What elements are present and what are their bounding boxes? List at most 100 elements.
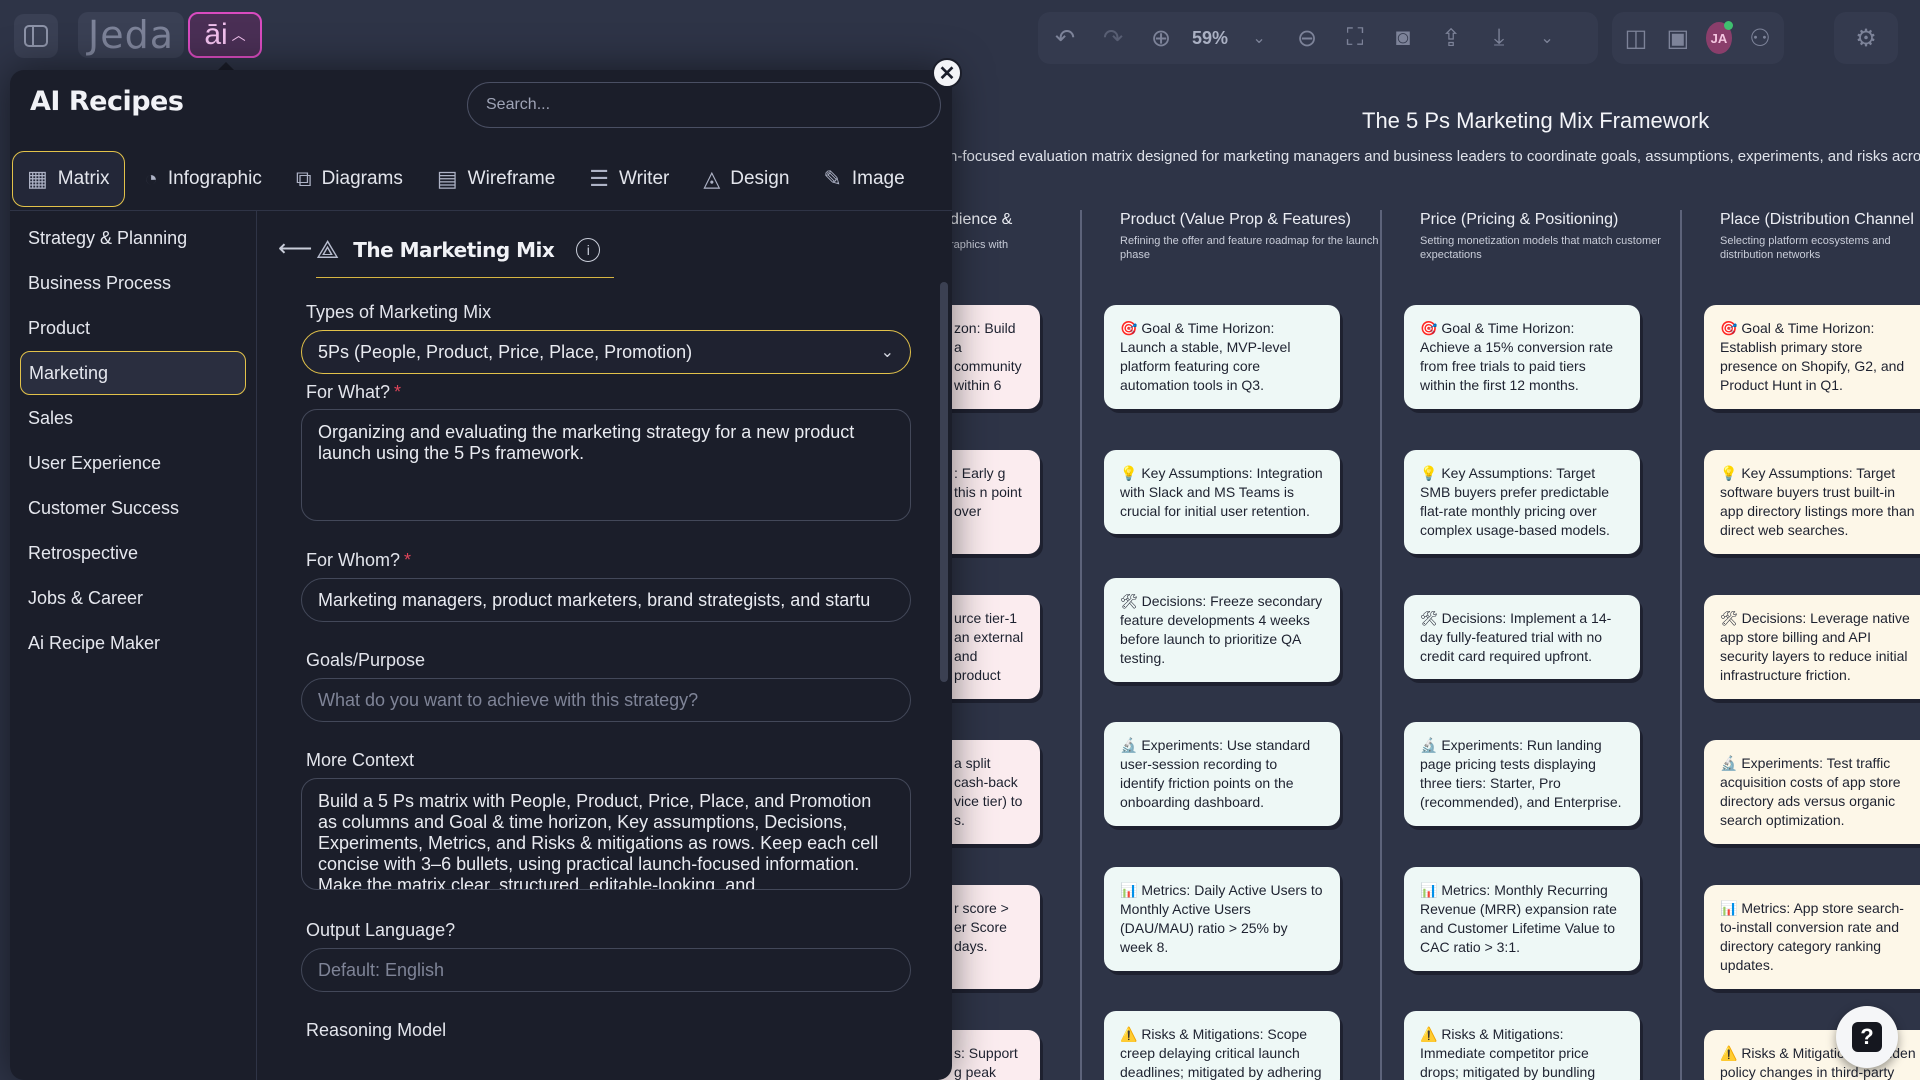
redo-icon[interactable]: ↷: [1096, 24, 1130, 53]
tab-label: Matrix: [57, 168, 110, 189]
tab-label: Design: [730, 168, 790, 189]
collab-tools-group: ◫ ▣ JA ⚇: [1612, 12, 1784, 64]
add-user-icon[interactable]: ⚇: [1746, 24, 1774, 53]
category-item-business-process[interactable]: Business Process: [20, 261, 246, 305]
camera-icon[interactable]: ◙: [1386, 24, 1420, 52]
tab-design[interactable]: ◬ Design: [689, 151, 803, 207]
chevron-down-icon[interactable]: ⌄: [1530, 28, 1564, 48]
category-item-jobs-career[interactable]: Jobs & Career: [20, 576, 246, 620]
close-button[interactable]: ✕: [932, 58, 962, 88]
help-icon: ?: [1852, 1022, 1882, 1052]
category-item-customer-success[interactable]: Customer Success: [20, 486, 246, 530]
wireframe-icon: ▤: [436, 166, 458, 191]
fit-screen-icon[interactable]: ⛶: [1338, 24, 1372, 52]
matrix-card[interactable]: 🎯 Goal & Time Horizon: Launch a stable, …: [1104, 305, 1340, 409]
matrix-card[interactable]: 🎯 Goal & Time Horizon: Establish primary…: [1704, 305, 1920, 409]
help-button[interactable]: ?: [1836, 1006, 1898, 1068]
column-title: Product (Value Prop & Features): [1120, 211, 1351, 228]
category-item-sales[interactable]: Sales: [20, 396, 246, 440]
top-toolbar: Jeda āi ︿ ↶ ↷ ⊕ 59% ⌄ ⊖ ⛶ ◙ ⇪ ⤓ ⌄ ◫ ▣ JA …: [0, 0, 1920, 70]
settings-group: ⚙: [1834, 12, 1898, 64]
matrix-card[interactable]: 💡 Key Assumptions: Integration with Slac…: [1104, 450, 1340, 534]
tab-label: Writer: [619, 168, 670, 189]
tab-diagrams[interactable]: ⧉ Diagrams: [282, 151, 417, 207]
upload-icon[interactable]: ⇪: [1434, 24, 1468, 53]
ai-recipes-panel: AI Recipes ✕ ▦ Matrix ◔ Infographic ⧉ Diagr…: [10, 58, 962, 1080]
view-tools-group: ↶ ↷ ⊕ 59% ⌄ ⊖ ⛶ ◙ ⇪ ⤓ ⌄: [1038, 12, 1598, 64]
column-subtitle: Selecting platform ecosystems and distri…: [1720, 235, 1891, 261]
column-divider: [1380, 210, 1382, 1080]
online-status-dot: [1724, 21, 1734, 30]
goals-input[interactable]: What do you want to achieve with this st…: [301, 678, 911, 722]
category-item-retrospective[interactable]: Retrospective: [20, 531, 246, 575]
sidebar-toggle-icon[interactable]: [14, 14, 58, 58]
category-item-recipe-maker[interactable]: Ai Recipe Maker: [20, 621, 246, 665]
category-item-strategy[interactable]: Strategy & Planning: [20, 216, 246, 260]
undo-icon[interactable]: ↶: [1048, 24, 1082, 53]
category-item-marketing[interactable]: Marketing: [20, 351, 246, 395]
select-value: 5Ps (People, Product, Price, Place, Prom…: [318, 341, 693, 362]
shapes-icon: ⟁: [316, 233, 340, 264]
chevron-down-icon[interactable]: ⌄: [1242, 28, 1276, 48]
back-arrow-icon[interactable]: ⟵: [278, 234, 312, 263]
writer-icon: ☰: [589, 166, 610, 191]
for-whom-input[interactable]: Marketing managers, product marketers, b…: [301, 578, 911, 622]
search-input[interactable]: [467, 82, 941, 128]
matrix-card[interactable]: 💡 Key Assumptions: Target SMB buyers pre…: [1404, 450, 1640, 554]
tab-wireframe[interactable]: ▤ Wireframe: [423, 151, 569, 207]
scrollbar[interactable]: [940, 282, 948, 682]
recipe-header: ⟁ The Marketing Mix i: [316, 222, 615, 278]
column-divider: [1080, 210, 1082, 1080]
zoom-level[interactable]: 59%: [1192, 28, 1228, 49]
matrix-card[interactable]: ⚠️ Risks & Mitigations: Immediate compet…: [1404, 1011, 1640, 1080]
matrix-card[interactable]: 💡 Key Assumptions: Target software buyer…: [1704, 450, 1920, 554]
tab-matrix[interactable]: ▦ Matrix: [12, 151, 125, 207]
column-subtitle: Refining the offer and feature roadmap f…: [1120, 235, 1379, 261]
field-label: Output Language?: [306, 920, 456, 940]
matrix-card[interactable]: 🛠 Decisions: Freeze secondary feature de…: [1104, 578, 1340, 682]
panel-title: AI Recipes: [30, 86, 184, 117]
matrix-card[interactable]: 🎯 Goal & Time Horizon: Achieve a 15% con…: [1404, 305, 1640, 409]
download-icon[interactable]: ⤓: [1482, 24, 1516, 52]
tab-label: Infographic: [167, 168, 262, 189]
required-mark: *: [404, 550, 412, 570]
category-item-product[interactable]: Product: [20, 306, 246, 350]
matrix-card[interactable]: 🔬 Experiments: Use standard user-session…: [1104, 722, 1340, 826]
matrix-card[interactable]: 🔬 Experiments: Run landing page pricing …: [1404, 722, 1640, 826]
column-divider: [1680, 210, 1682, 1080]
category-list: Strategy & Planning Business Process Pro…: [20, 216, 246, 666]
column-subtitle: raphics with: [950, 239, 1009, 251]
matrix-card[interactable]: 🛠 Decisions: Implement a 14-day fully-fe…: [1404, 595, 1640, 679]
output-language-input[interactable]: Default: English: [301, 948, 911, 992]
layout-icon[interactable]: ◫: [1622, 24, 1650, 53]
zoom-out-icon[interactable]: ⊖: [1290, 24, 1324, 53]
matrix-card[interactable]: 🛠 Decisions: Leverage native app store b…: [1704, 595, 1920, 699]
column-header-price: Price (Pricing & Positioning) Setting mo…: [1420, 210, 1690, 262]
marketing-mix-type-select[interactable]: 5Ps (People, Product, Price, Place, Prom…: [301, 330, 911, 374]
for-what-textarea[interactable]: Organizing and evaluating the marketing …: [301, 409, 911, 521]
avatar-initials: JA: [1710, 30, 1728, 46]
recipe-type-tabs: ▦ Matrix ◔ Infographic ⧉ Diagrams ▤ Wirefram…: [10, 150, 952, 208]
column-title: dience &: [950, 211, 1013, 228]
matrix-card[interactable]: 📊 Metrics: Daily Active Users to Monthly…: [1104, 867, 1340, 971]
more-context-textarea[interactable]: Build a 5 Ps matrix with People, Product…: [301, 778, 911, 890]
tab-image[interactable]: ✎ Image: [809, 151, 918, 207]
tab-writer[interactable]: ☰ Writer: [575, 151, 683, 207]
avatar[interactable]: JA: [1705, 21, 1734, 54]
category-item-user-experience[interactable]: User Experience: [20, 441, 246, 485]
presentation-icon[interactable]: ▣: [1664, 24, 1692, 53]
brand-logo[interactable]: Jeda: [78, 12, 184, 58]
field-label: For Whom? *: [306, 550, 411, 571]
divider: [256, 210, 257, 1080]
chevron-up-icon: ︿: [231, 27, 246, 43]
zoom-in-icon[interactable]: ⊕: [1144, 24, 1178, 53]
gear-icon[interactable]: ⚙: [1849, 24, 1883, 53]
ai-recipes-toggle-button[interactable]: āi ︿: [188, 12, 262, 58]
matrix-card[interactable]: ⚠️ Risks & Mitigations: Scope creep dela…: [1104, 1011, 1340, 1080]
field-label: For What? *: [306, 382, 401, 403]
matrix-card[interactable]: 📊 Metrics: Monthly Recurring Revenue (MR…: [1404, 867, 1640, 971]
tab-infographic[interactable]: ◔ Infographic: [131, 151, 276, 207]
matrix-card[interactable]: 📊 Metrics: App store search-to-install c…: [1704, 885, 1920, 989]
matrix-card[interactable]: 🔬 Experiments: Test traffic acquisition …: [1704, 740, 1920, 844]
info-icon[interactable]: i: [576, 237, 601, 262]
